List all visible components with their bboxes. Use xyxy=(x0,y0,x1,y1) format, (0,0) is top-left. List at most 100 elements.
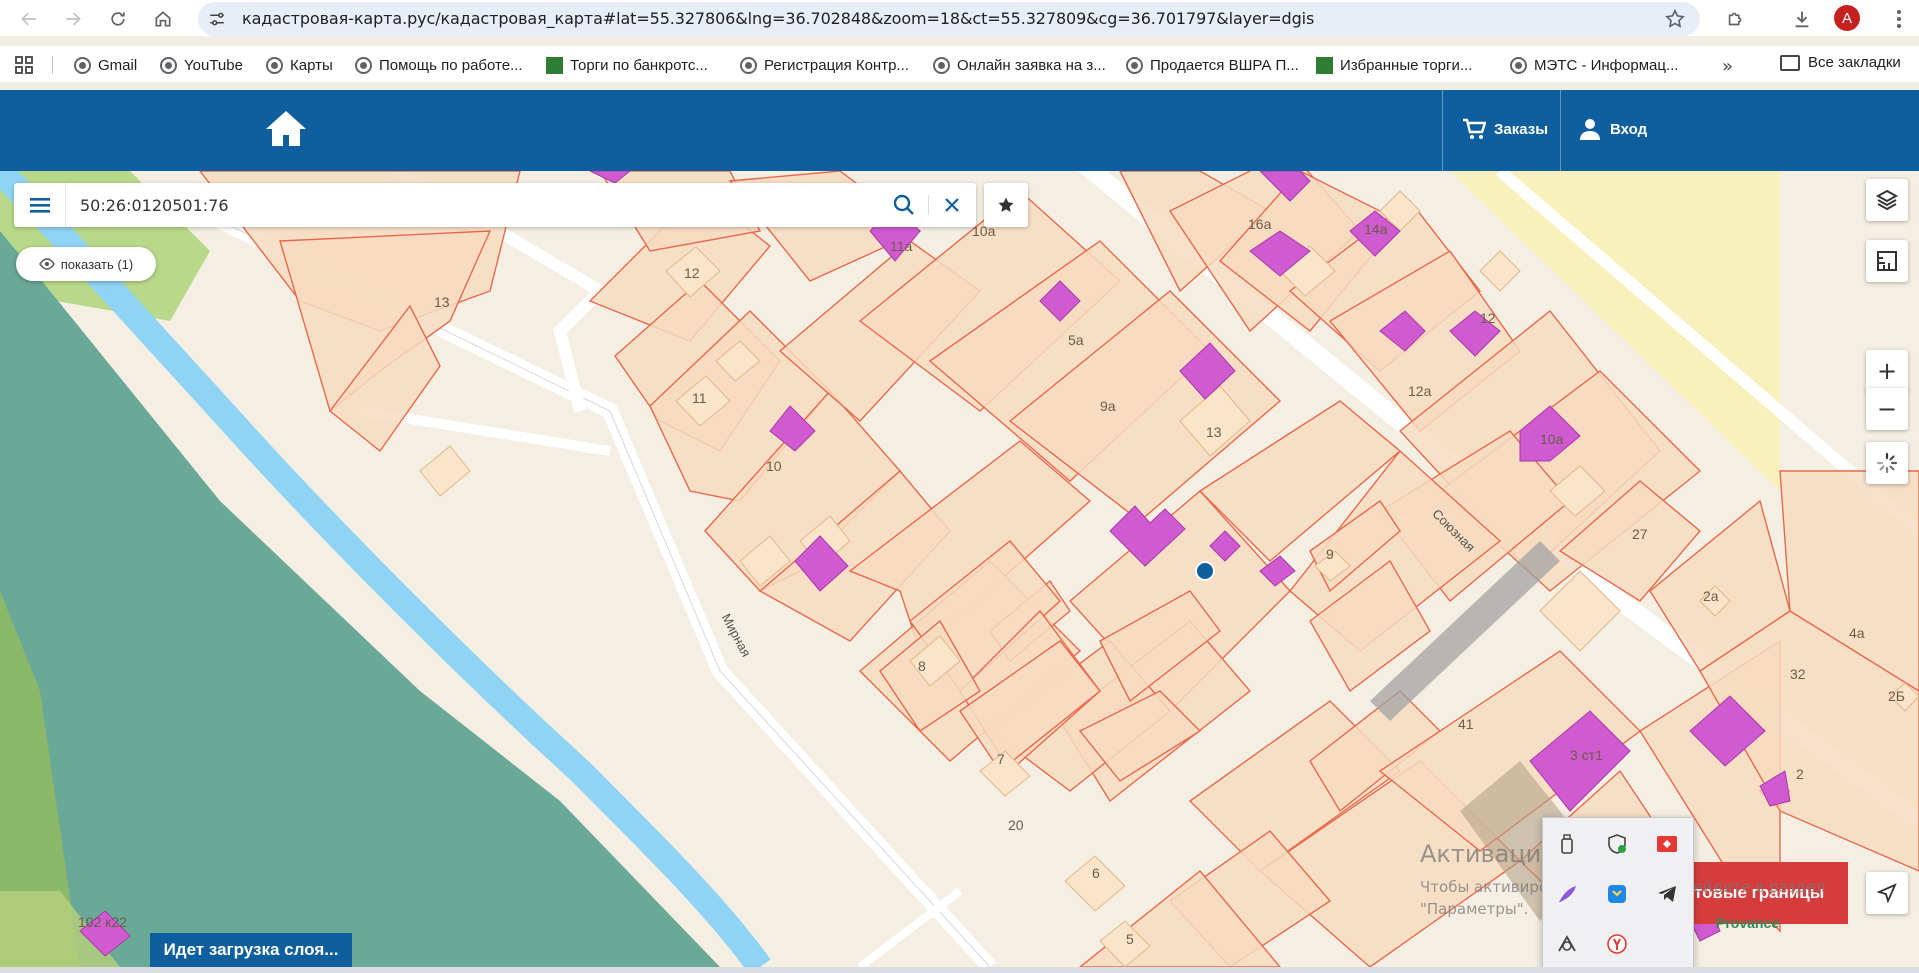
download-icon xyxy=(1795,11,1809,28)
globe-icon xyxy=(74,56,91,74)
arrow-left-icon xyxy=(21,12,36,26)
navigation-arrow-icon xyxy=(1877,883,1897,903)
browser-toolbar: кадастровая-карта.рус/кадастровая_карта#… xyxy=(0,0,1919,36)
all-bookmarks-button[interactable]: Все закладки xyxy=(1780,54,1901,71)
globe-icon xyxy=(933,56,950,74)
address-bar[interactable]: кадастровая-карта.рус/кадастровая_карта#… xyxy=(198,2,1700,36)
site-settings-icon[interactable] xyxy=(208,10,226,28)
bookmark-online-request[interactable]: Онлайн заявка на з... xyxy=(933,54,1106,76)
parcel-label: 14а xyxy=(1364,221,1388,237)
parcel-label: 2Б xyxy=(1888,688,1905,704)
parcel-label: 13 xyxy=(434,294,450,310)
ruler-icon xyxy=(1877,251,1897,271)
parcel-label: 5 xyxy=(1126,931,1134,947)
globe-icon xyxy=(355,56,372,74)
favorites-button[interactable] xyxy=(984,183,1028,227)
forward-button[interactable] xyxy=(58,4,88,34)
layer-loading-indicator: Идет загрузка слоя... xyxy=(150,933,352,967)
bookmark-help[interactable]: Помощь по работе... xyxy=(355,54,523,76)
back-button[interactable] xyxy=(14,4,44,34)
bookmark-gmail[interactable]: Gmail xyxy=(74,54,137,76)
bookmark-favorite-auctions[interactable]: Избранные торги... xyxy=(1316,54,1472,76)
bookmarks-bar: Gmail YouTube Карты Помощь по работе... … xyxy=(0,46,1919,82)
orders-link[interactable]: Заказы xyxy=(1462,118,1548,140)
home-icon[interactable] xyxy=(264,108,308,148)
downloads-button[interactable] xyxy=(1788,5,1816,33)
parcel-label: 102 к22 xyxy=(78,914,127,930)
spinner-icon xyxy=(1876,452,1898,474)
reload-button[interactable] xyxy=(103,4,133,34)
close-icon[interactable] xyxy=(942,195,962,215)
parcel-label: 5а xyxy=(1068,332,1084,348)
address-url: кадастровая-карта.рус/кадастровая_карта#… xyxy=(242,9,1315,28)
parcel-label: 10а xyxy=(1540,431,1564,447)
bookmark-bankruptcy[interactable]: Торги по банкротс... xyxy=(546,54,708,76)
home-icon xyxy=(155,11,171,27)
parcel-label: 12а xyxy=(1408,383,1432,399)
bookmarks-separator xyxy=(52,56,53,74)
apps-grid-icon[interactable] xyxy=(14,55,34,75)
folder-icon xyxy=(1780,54,1800,71)
bookmark-maps[interactable]: Карты xyxy=(266,54,333,76)
parcel-label: 10 xyxy=(766,458,782,474)
arrow-right-icon xyxy=(66,12,81,26)
cadastral-number-input[interactable] xyxy=(80,191,880,219)
bookmark-star-icon[interactable] xyxy=(1664,8,1686,30)
layers-button[interactable] xyxy=(1866,179,1908,221)
bookmark-for-sale[interactable]: Продается ВШРА П... xyxy=(1126,54,1299,76)
yandex-browser-icon[interactable] xyxy=(1603,930,1631,958)
parcel-label: 11а xyxy=(890,238,913,254)
parcel-label: 20 xyxy=(1008,817,1024,833)
bookmark-registration[interactable]: Регистрация Контр... xyxy=(740,54,909,76)
parcel-label: 12 xyxy=(684,265,700,281)
menu-button[interactable] xyxy=(14,183,66,227)
header-divider xyxy=(1442,90,1443,171)
home-browser-button[interactable] xyxy=(148,4,178,34)
star-icon xyxy=(998,197,1014,212)
user-icon xyxy=(1580,119,1600,140)
zoom-in-button[interactable]: + xyxy=(1866,350,1908,392)
yandex-disk-icon[interactable] xyxy=(1603,880,1631,908)
globe-icon xyxy=(1126,56,1143,74)
parcel-label: 4а xyxy=(1849,625,1865,641)
status-strip xyxy=(0,967,1919,973)
cadastral-search-bar xyxy=(14,183,976,227)
measure-button[interactable] xyxy=(1866,240,1908,282)
browser-menu-button[interactable] xyxy=(1888,6,1910,32)
parcel-label: 7 xyxy=(997,751,1005,767)
bookmark-mets[interactable]: МЭТС - Информац... xyxy=(1510,54,1678,76)
security-shield-icon[interactable] xyxy=(1603,830,1631,858)
parcel-label: 32 xyxy=(1790,666,1806,682)
telegram-icon[interactable] xyxy=(1653,880,1681,908)
app-tray-icon[interactable] xyxy=(1553,930,1581,958)
profile-avatar[interactable]: A xyxy=(1834,5,1860,31)
eye-icon xyxy=(38,258,55,270)
usb-drive-icon[interactable] xyxy=(1553,830,1581,858)
show-results-button[interactable]: показать (1) xyxy=(16,247,156,281)
parcel-label: 9а xyxy=(1100,398,1116,414)
anydesk-icon[interactable] xyxy=(1653,830,1681,858)
parcel-label: 9 xyxy=(1326,546,1334,562)
login-link[interactable]: Вход xyxy=(1578,118,1647,140)
parcel-label: 3 ст1 xyxy=(1570,747,1603,763)
system-tray-overflow xyxy=(1542,817,1694,973)
zoom-out-button[interactable]: − xyxy=(1866,388,1908,430)
loading-spinner xyxy=(1866,442,1908,484)
search-icon[interactable] xyxy=(892,193,916,217)
bookmark-youtube[interactable]: YouTube xyxy=(160,54,243,76)
hammer-icon xyxy=(546,56,563,74)
parcel-label: 2а xyxy=(1703,588,1719,604)
bookmarks-overflow-button[interactable]: » xyxy=(1722,56,1733,77)
globe-icon xyxy=(740,56,757,74)
site-header: Заказы Вход xyxy=(0,90,1919,171)
parcel-label: 13 xyxy=(1206,424,1222,440)
parcel-label: 27 xyxy=(1632,526,1648,542)
globe-icon xyxy=(1510,56,1527,74)
globe-icon xyxy=(160,56,177,74)
feather-icon[interactable] xyxy=(1553,880,1581,908)
extensions-button[interactable] xyxy=(1722,5,1750,33)
header-divider xyxy=(1560,90,1561,171)
my-location-button[interactable] xyxy=(1866,872,1908,914)
globe-icon xyxy=(266,56,283,74)
parcel-label: 41 xyxy=(1458,716,1474,732)
